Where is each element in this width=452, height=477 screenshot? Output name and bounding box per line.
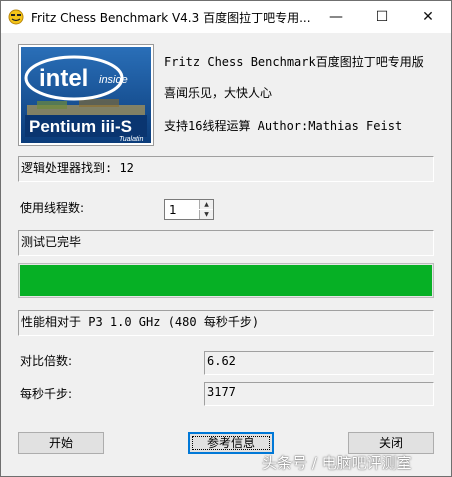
processors-field: 逻辑处理器找到: 12 — [18, 156, 434, 182]
processors-text: 逻辑处理器找到: 12 — [21, 161, 134, 175]
maximize-button[interactable]: ☐ — [359, 1, 405, 33]
spin-up-icon[interactable]: ▲ — [199, 200, 213, 209]
ratio-value: 6.62 — [207, 354, 236, 368]
info-line-title: Fritz Chess Benchmark百度图拉丁吧专用版 — [164, 55, 424, 69]
close-button[interactable]: 关闭 — [348, 432, 434, 454]
kn-per-sec-value: 3177 — [207, 385, 236, 399]
close-window-button[interactable]: ✕ — [405, 1, 451, 33]
benchmark-progress-bar — [18, 263, 434, 298]
relative-text: 性能相对于 P3 1.0 GHz (480 每秒千步) — [21, 315, 260, 329]
minimize-button[interactable]: — — [313, 1, 359, 33]
threads-spinner[interactable]: 1 ▲ ▼ — [164, 199, 214, 220]
ratio-field: 6.62 — [204, 351, 434, 375]
app-smiley-icon — [8, 9, 24, 25]
threads-value[interactable]: 1 — [169, 203, 177, 217]
status-field: 测试已完毕 — [18, 230, 434, 256]
reference-info-button[interactable]: 参考信息 — [188, 432, 274, 454]
intel-pentium-logo: intel inside Pentium iii-S Tualatin — [18, 44, 154, 146]
title-bar[interactable]: Fritz Chess Benchmark V4.3 百度图拉丁吧专用... —… — [1, 1, 451, 33]
kn-per-sec-label: 每秒千步: — [20, 387, 73, 401]
intel-logo-graphic: intel inside Pentium iii-S Tualatin — [21, 47, 151, 143]
focus-rect — [192, 436, 270, 450]
benchmark-window: Fritz Chess Benchmark V4.3 百度图拉丁吧专用... —… — [0, 0, 452, 477]
progress-fill — [20, 265, 432, 296]
relative-field: 性能相对于 P3 1.0 GHz (480 每秒千步) — [18, 310, 434, 336]
watermark: 头条号 / 电脑吧评测室 — [262, 454, 412, 472]
threads-label: 使用线程数: — [20, 201, 85, 215]
logo-product-text: Pentium iii-S — [29, 117, 132, 136]
kn-per-sec-field: 3177 — [204, 382, 434, 406]
close-button-label: 关闭 — [378, 436, 403, 450]
spin-down-icon[interactable]: ▼ — [199, 210, 213, 219]
ratio-label: 对比倍数: — [20, 354, 73, 368]
info-line-author: 支持16线程运算 Author:Mathias Feist — [164, 119, 403, 133]
status-text: 测试已完毕 — [21, 235, 82, 249]
logo-intel-text: intel — [39, 65, 88, 92]
logo-codename-text: Tualatin — [119, 136, 143, 143]
start-button[interactable]: 开始 — [18, 432, 104, 454]
info-line-slogan: 喜闻乐见，大快人心 — [164, 86, 273, 100]
start-button-label: 开始 — [48, 436, 73, 450]
logo-inside-text: inside — [99, 74, 128, 86]
window-title: Fritz Chess Benchmark V4.3 百度图拉丁吧专用... — [31, 11, 311, 25]
